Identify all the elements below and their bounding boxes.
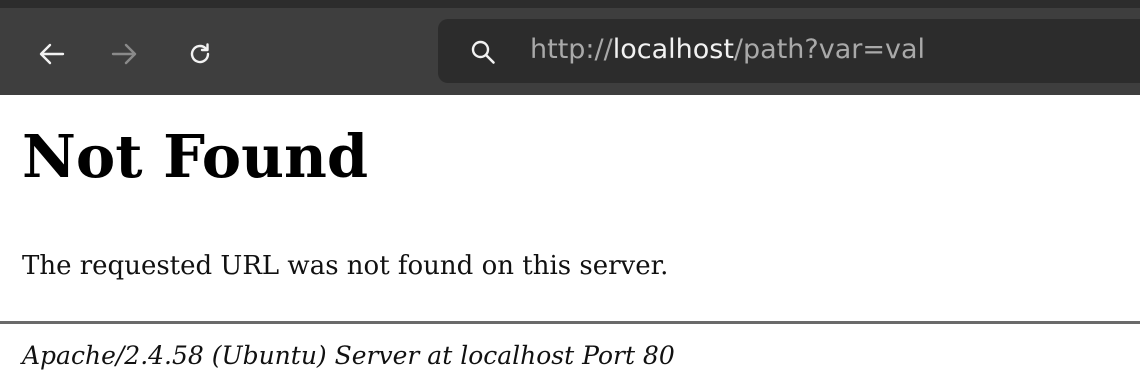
server-signature: Apache/2.4.58 (Ubuntu) Server at localho… — [22, 341, 675, 370]
url-path: /path?var=val — [733, 34, 926, 65]
arrow-left-icon — [39, 43, 65, 65]
forward-button[interactable] — [98, 28, 150, 80]
reload-button[interactable] — [174, 28, 226, 80]
url-scheme: http:// — [530, 34, 613, 65]
page-content: Not Found The requested URL was not foun… — [0, 95, 1140, 383]
error-message: The requested URL was not found on this … — [22, 251, 669, 281]
address-bar-url[interactable]: http://localhost/path?var=val — [530, 33, 925, 67]
reload-icon — [190, 43, 210, 64]
url-host: localhost — [612, 34, 734, 65]
address-bar[interactable]: http://localhost/path?var=val — [438, 19, 1140, 83]
search-icon — [471, 40, 495, 64]
page-title: Not Found — [22, 122, 369, 191]
arrow-right-icon — [111, 43, 137, 65]
divider — [0, 321, 1140, 324]
browser-toolbar: http://localhost/path?var=val — [0, 0, 1140, 95]
back-button[interactable] — [26, 28, 78, 80]
